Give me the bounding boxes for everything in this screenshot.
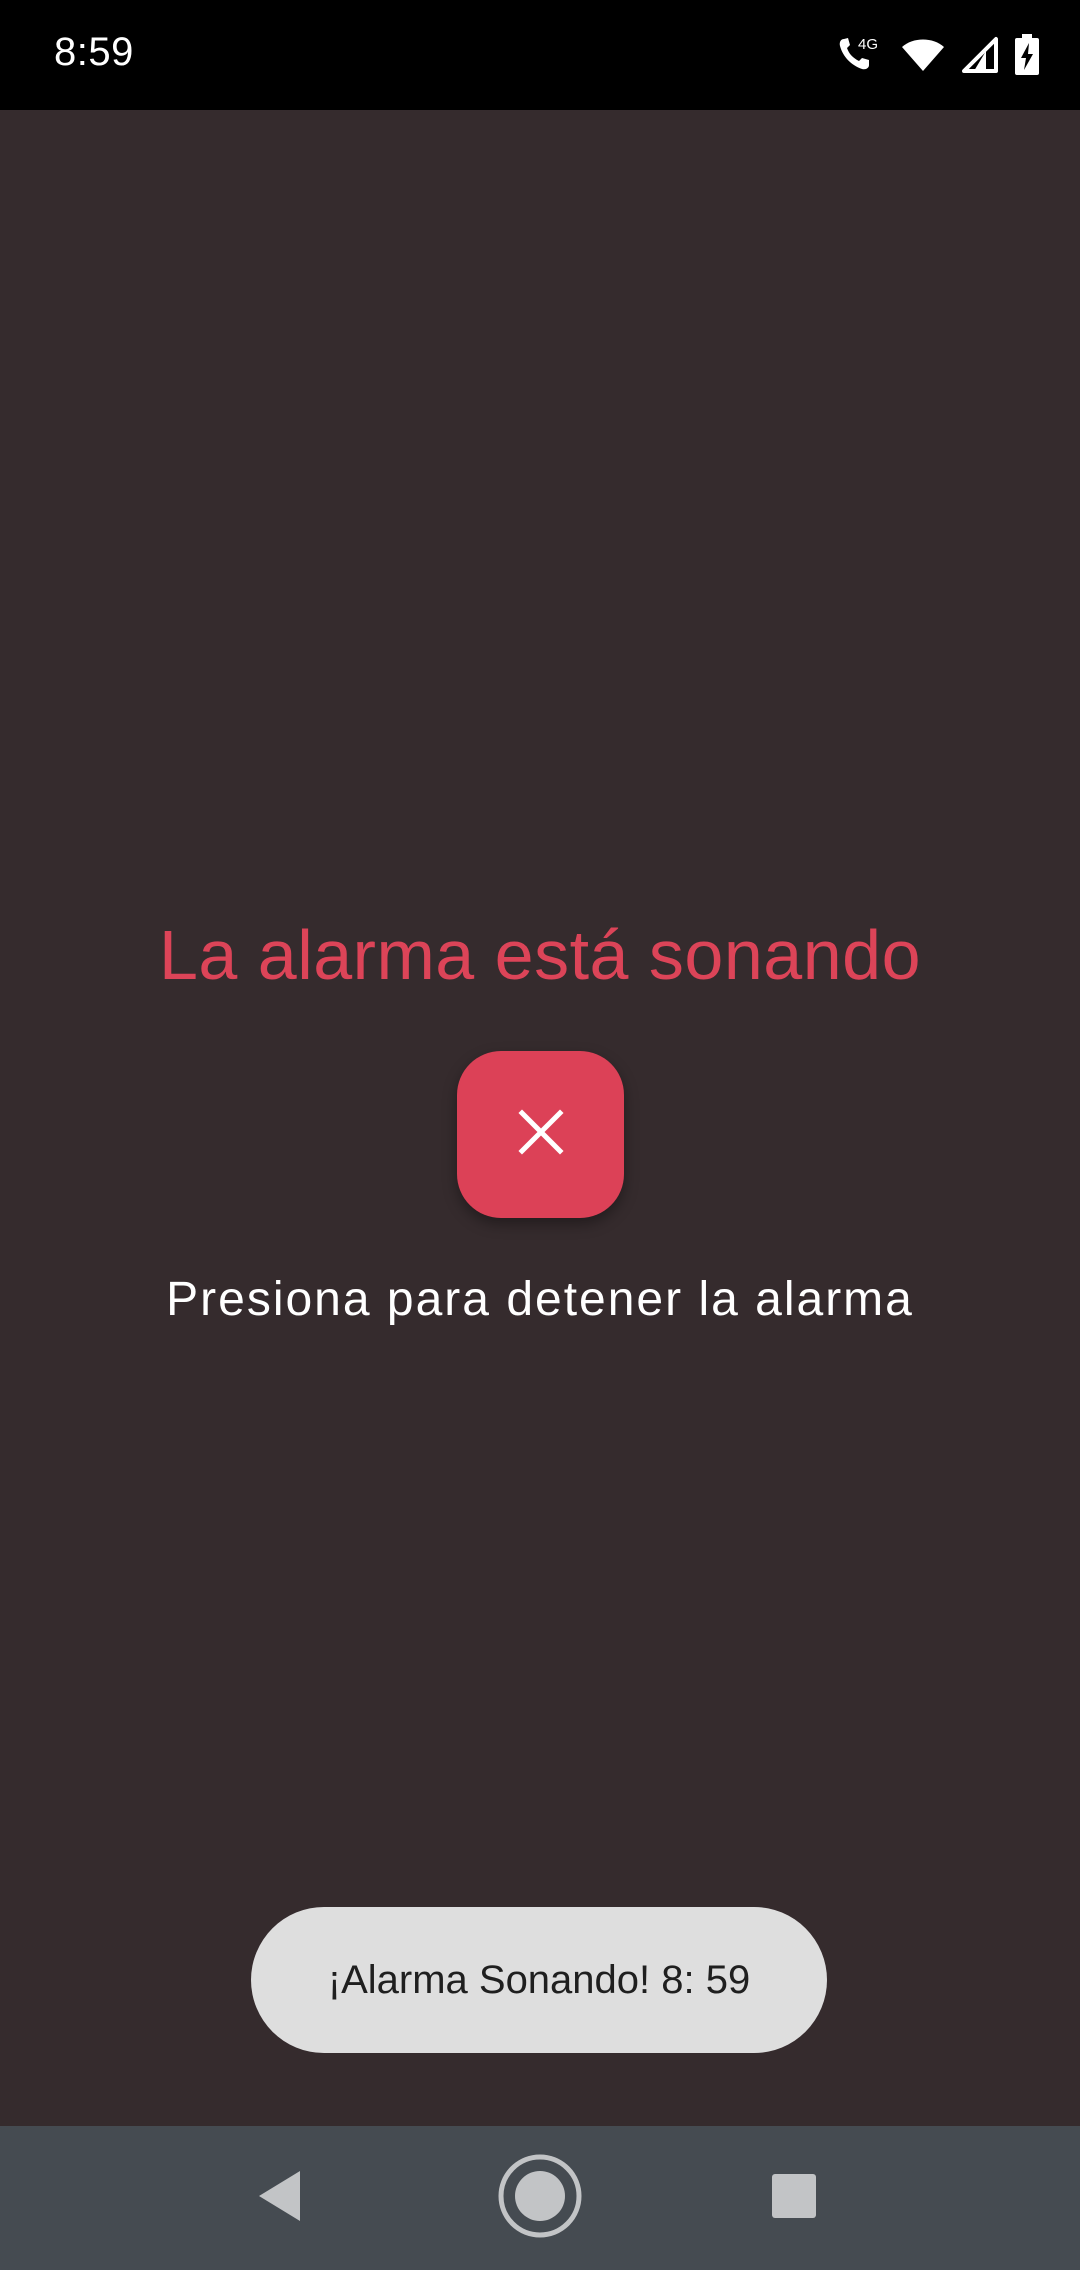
alarm-title: La alarma está sonando: [158, 916, 922, 994]
recents-icon: [771, 2173, 817, 2224]
toast-message: ¡Alarma Sonando! 8: 59: [327, 1957, 751, 2002]
wifi-calling-4g-icon: 4G: [836, 33, 886, 77]
network-type-label: 4G: [858, 36, 878, 53]
home-icon: [497, 2153, 583, 2244]
recents-button[interactable]: [744, 2126, 844, 2270]
toast-notification: ¡Alarma Sonando! 8: 59: [251, 1907, 827, 2053]
back-icon: [256, 2169, 304, 2228]
back-button[interactable]: [230, 2126, 330, 2270]
stop-hint-text: Presiona para detener la alarma: [166, 1273, 914, 1326]
close-icon: [517, 1108, 565, 1161]
status-icons: 4G: [836, 30, 1040, 80]
battery-charging-icon: [1014, 34, 1040, 76]
navigation-bar: [0, 2126, 1080, 2270]
status-time: 8:59: [54, 30, 134, 74]
stop-alarm-button[interactable]: [457, 1051, 624, 1218]
home-button[interactable]: [490, 2126, 590, 2270]
wifi-icon: [900, 35, 946, 75]
status-bar: 8:59 4G: [0, 0, 1080, 110]
cell-signal-icon: [960, 35, 1000, 75]
alarm-screen: 8:59 4G La alarma está sonando Presiona …: [0, 0, 1080, 2270]
